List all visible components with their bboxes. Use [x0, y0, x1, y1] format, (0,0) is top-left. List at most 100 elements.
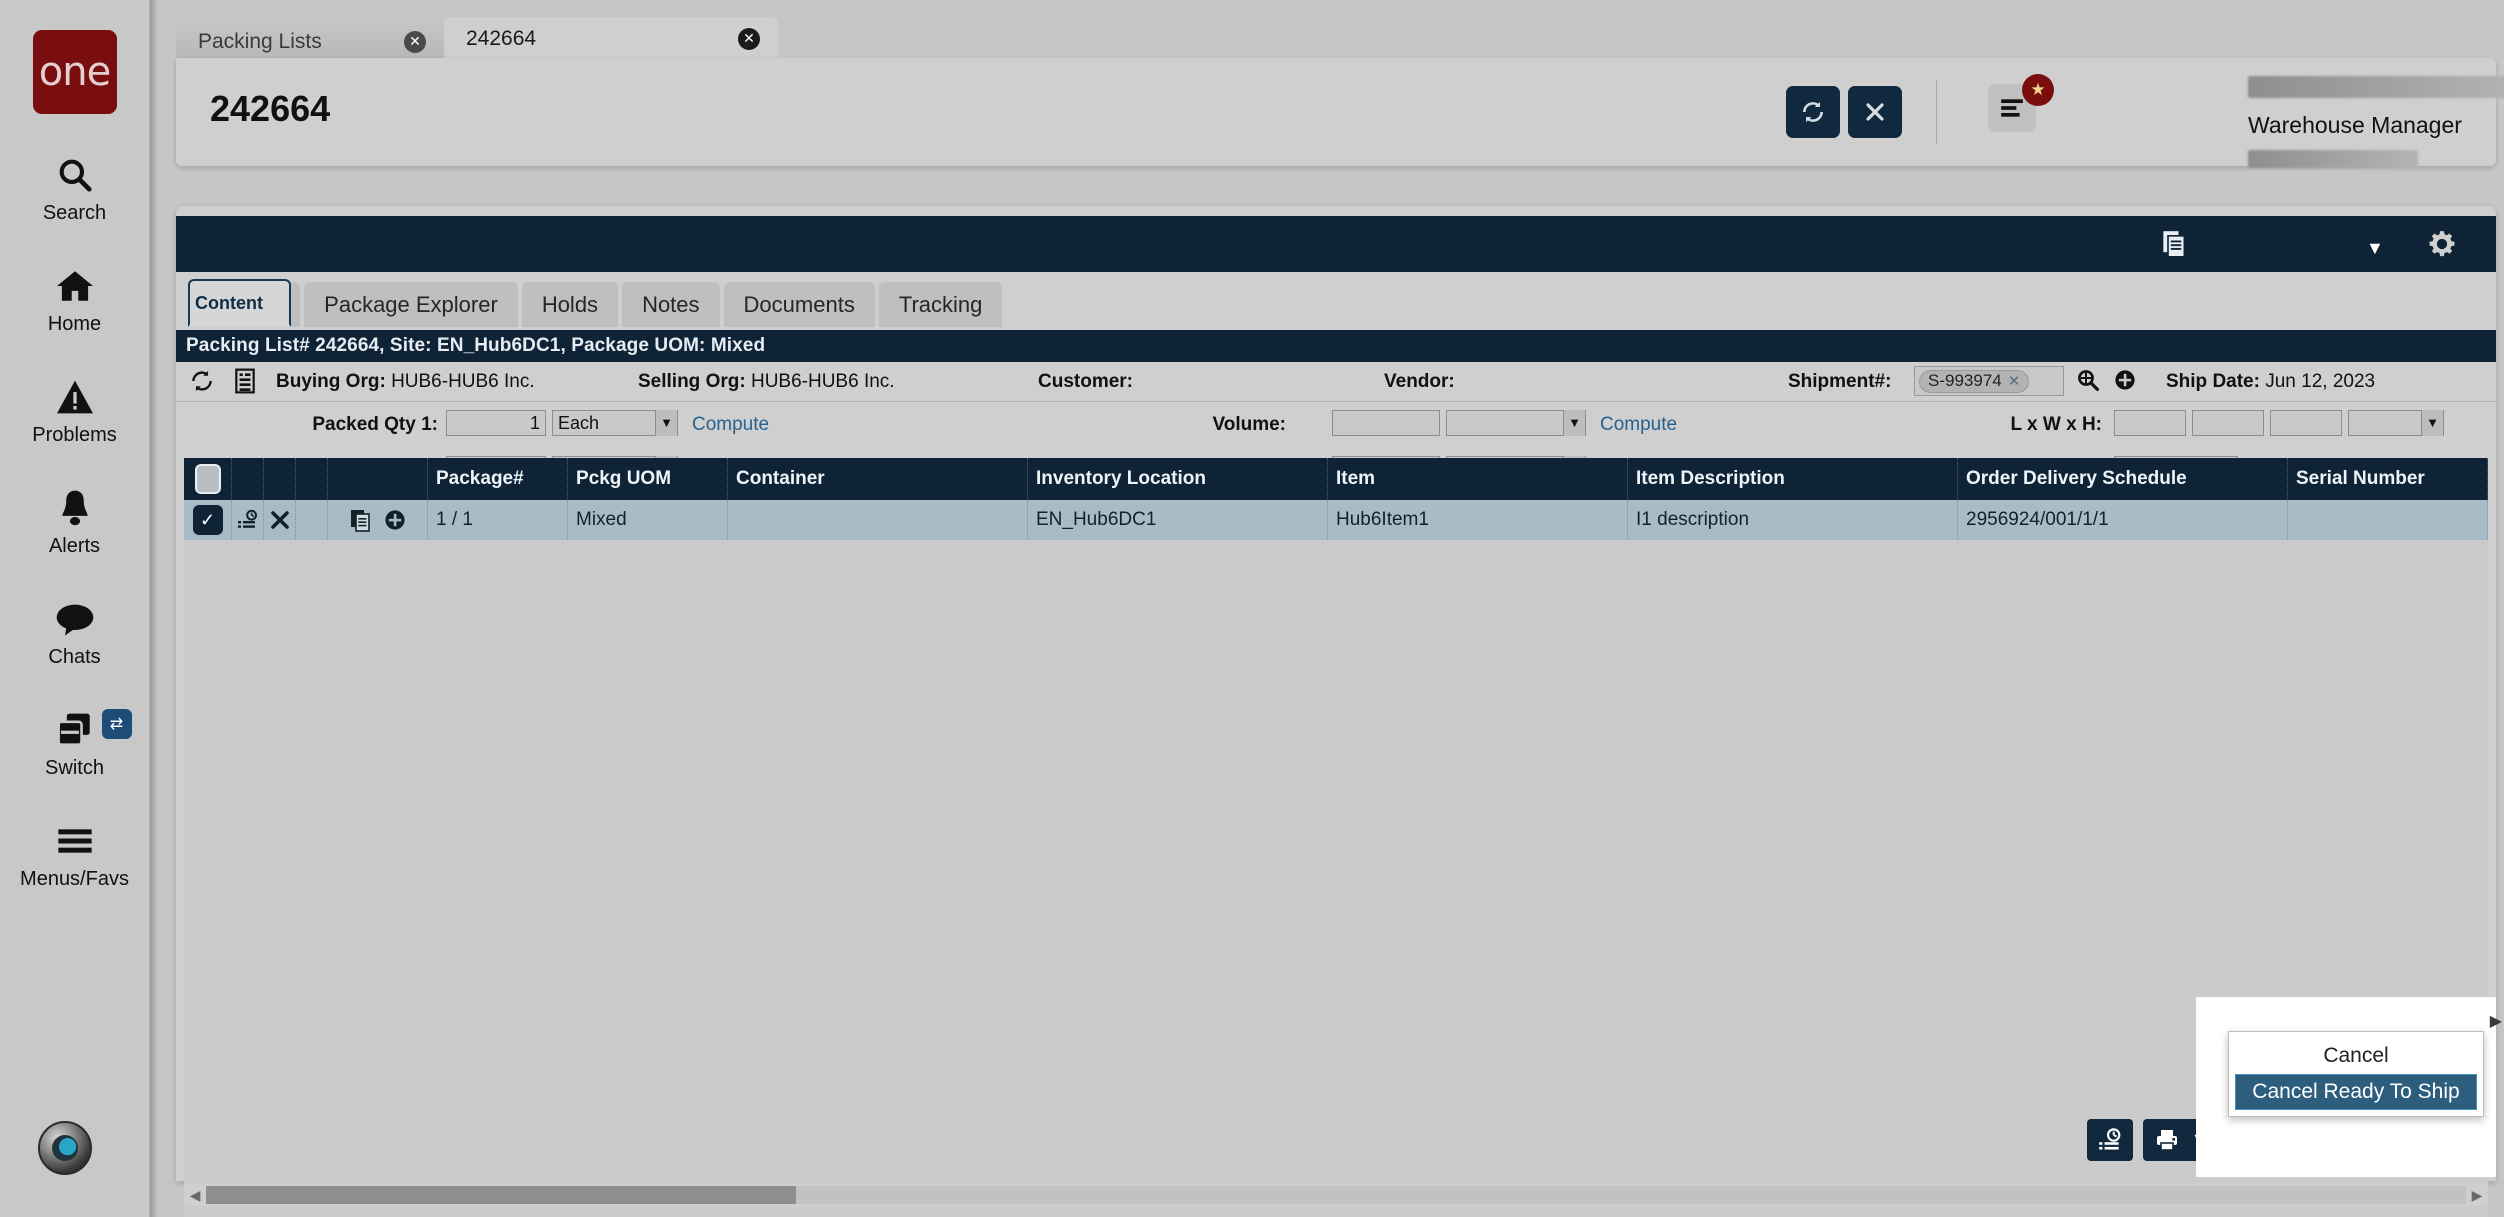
info-form-block: Buying Org: HUB6-HUB6 Inc. Selling Org: …: [176, 362, 2496, 482]
menu-item-cancel[interactable]: Cancel: [2235, 1038, 2477, 1074]
tab-content[interactable]: Content: [188, 279, 291, 327]
history-log-button[interactable]: [2087, 1119, 2134, 1161]
packed-qty1-uom-value: Each: [558, 413, 600, 433]
cell-container: [728, 500, 1028, 540]
caret-left-icon[interactable]: ◀: [184, 1187, 206, 1204]
tab-package-explorer[interactable]: Package Explorer: [304, 282, 518, 327]
sidebar-item-home[interactable]: Home: [0, 263, 150, 336]
select-all-checkbox[interactable]: [194, 464, 221, 494]
row-select-cell[interactable]: ✓: [184, 500, 232, 540]
row-delete-cell[interactable]: [264, 500, 296, 540]
grid-header-item[interactable]: Item: [1328, 458, 1628, 500]
cell-order-delivery-schedule: 2956924/001/1/1: [1958, 500, 2288, 540]
history-log-icon: [2099, 1128, 2121, 1150]
actions-dropdown-menu[interactable]: Cancel Cancel Ready To Ship: [2228, 1031, 2484, 1117]
caret-down-icon[interactable]: ▼: [2366, 238, 2384, 259]
add-circle-icon[interactable]: [2114, 369, 2136, 396]
lwh-height-input[interactable]: [2270, 410, 2342, 436]
selling-org-value: HUB6-HUB6 Inc.: [750, 371, 895, 392]
close-icon[interactable]: ✕: [738, 28, 760, 50]
buying-org-label: Buying Org:: [276, 371, 386, 392]
customer-label: Customer:: [1038, 371, 1134, 392]
list-menu-icon: [2001, 99, 2023, 117]
document-icon[interactable]: [2162, 230, 2188, 263]
sidebar-item-chats[interactable]: Chats: [0, 596, 150, 669]
document-tab-242664[interactable]: 242664 ✕: [444, 17, 778, 64]
sidebar-item-menus-favs[interactable]: Menus/Favs: [0, 818, 150, 891]
row-history-cell[interactable]: [232, 500, 264, 540]
grid-header-pckg-uom[interactable]: Pckg UOM: [568, 458, 728, 500]
shipment-chip[interactable]: S-993974 ✕: [1919, 369, 2030, 393]
tab-documents[interactable]: Documents: [723, 282, 875, 327]
content-grid: Package# Pckg UOM Container Inventory Lo…: [184, 458, 2488, 1217]
switch-windows-icon: [55, 707, 95, 753]
packed-qty1-input[interactable]: 1: [446, 410, 546, 436]
menu-item-cancel-ready-to-ship[interactable]: Cancel Ready To Ship: [2235, 1074, 2477, 1110]
grid-header-serial-number[interactable]: Serial Number: [2288, 458, 2488, 500]
shipment-chip-label: S-993974: [1928, 371, 2002, 390]
grid-header-inventory-location[interactable]: Inventory Location: [1028, 458, 1328, 500]
close-button[interactable]: [1848, 86, 1902, 138]
printer-icon: [2157, 1130, 2178, 1151]
lwh-uom-select[interactable]: ▼: [2348, 410, 2444, 436]
sidebar-item-alerts[interactable]: Alerts: [0, 485, 150, 558]
grid-header-row: Package# Pckg UOM Container Inventory Lo…: [184, 458, 2488, 500]
close-icon[interactable]: ✕: [404, 31, 426, 53]
chevron-down-icon: ▼: [655, 410, 677, 436]
scrollbar-track[interactable]: [206, 1186, 2466, 1204]
row-copy-add-cell[interactable]: [328, 500, 428, 540]
tab-label: Tracking: [898, 291, 983, 317]
volume-compute-link[interactable]: Compute: [1600, 414, 1677, 436]
refresh-small-icon[interactable]: [190, 368, 214, 399]
cell-item: Hub6Item1: [1328, 500, 1628, 540]
table-row[interactable]: ✓ 1 / 1 Mixed EN_Hub6DC1 Hub6Item1 I1 de…: [184, 500, 2488, 540]
panel-tab-bar: Header Content Package Explorer Holds No…: [188, 279, 1003, 327]
grid-header-order-delivery-schedule[interactable]: Order Delivery Schedule: [1958, 458, 2288, 500]
main-panel: ▼ Header Content Package Explorer Holds …: [176, 206, 2502, 1217]
volume-label: Volume:: [1212, 414, 1286, 435]
lwh-width-input[interactable]: [2192, 410, 2264, 436]
title-card: 242664 ★ Warehouse Manager: [176, 58, 2504, 168]
tab-label: Documents: [743, 291, 855, 317]
tab-label: Holds: [541, 291, 599, 317]
refresh-button[interactable]: [1786, 86, 1840, 138]
caret-right-icon[interactable]: ▶: [2466, 1187, 2488, 1204]
ship-date-value: Jun 12, 2023: [2265, 371, 2376, 392]
scrollbar-thumb[interactable]: [206, 1186, 796, 1204]
sidebar-item-switch[interactable]: ⇄ Switch: [0, 707, 150, 780]
sidebar-item-search[interactable]: Search: [0, 152, 150, 225]
magnifier-plus-icon[interactable]: [2076, 368, 2100, 397]
chip-remove-icon[interactable]: ✕: [2008, 372, 2021, 390]
tab-label: Packing Lists: [198, 30, 322, 53]
tab-holds[interactable]: Holds: [521, 282, 619, 327]
add-circle-icon: [384, 510, 405, 530]
horizontal-scrollbar[interactable]: ◀ ▶: [184, 1184, 2488, 1206]
app-logo[interactable]: one: [32, 30, 117, 114]
volume-uom-select[interactable]: ▼: [1446, 410, 1586, 436]
grid-list-icon[interactable]: [234, 368, 256, 399]
user-name-redacted: [2248, 76, 2504, 98]
packed-qty1-compute-link[interactable]: Compute: [692, 414, 769, 436]
packed-qty1-uom-select[interactable]: Each ▼: [552, 410, 678, 436]
divider: [1936, 80, 1937, 144]
sidebar-item-label: Chats: [48, 646, 101, 668]
grid-select-all-cell[interactable]: [184, 458, 232, 500]
hamburger-icon: [55, 818, 95, 864]
swap-arrows-icon[interactable]: ⇄: [101, 709, 132, 739]
avatar[interactable]: [38, 1121, 92, 1175]
cell-serial-number: [2288, 500, 2488, 540]
grid-header-package-no[interactable]: Package#: [428, 458, 568, 500]
refresh-icon: [1803, 101, 1823, 123]
tab-tracking[interactable]: Tracking: [878, 282, 1003, 327]
grid-header-item-description[interactable]: Item Description: [1628, 458, 1958, 500]
gear-icon[interactable]: [2428, 230, 2456, 263]
lwh-length-input[interactable]: [2114, 410, 2186, 436]
cell-inventory-location: EN_Hub6DC1: [1028, 500, 1328, 540]
shipment-input[interactable]: S-993974 ✕: [1914, 366, 2064, 396]
grid-header-action-4: [328, 458, 428, 500]
volume-input[interactable]: [1332, 410, 1440, 436]
sidebar-item-problems[interactable]: Problems: [0, 374, 150, 447]
grid-header-container[interactable]: Container: [728, 458, 1028, 500]
tab-notes[interactable]: Notes: [622, 282, 720, 327]
row-checkbox-checked[interactable]: ✓: [192, 505, 223, 535]
